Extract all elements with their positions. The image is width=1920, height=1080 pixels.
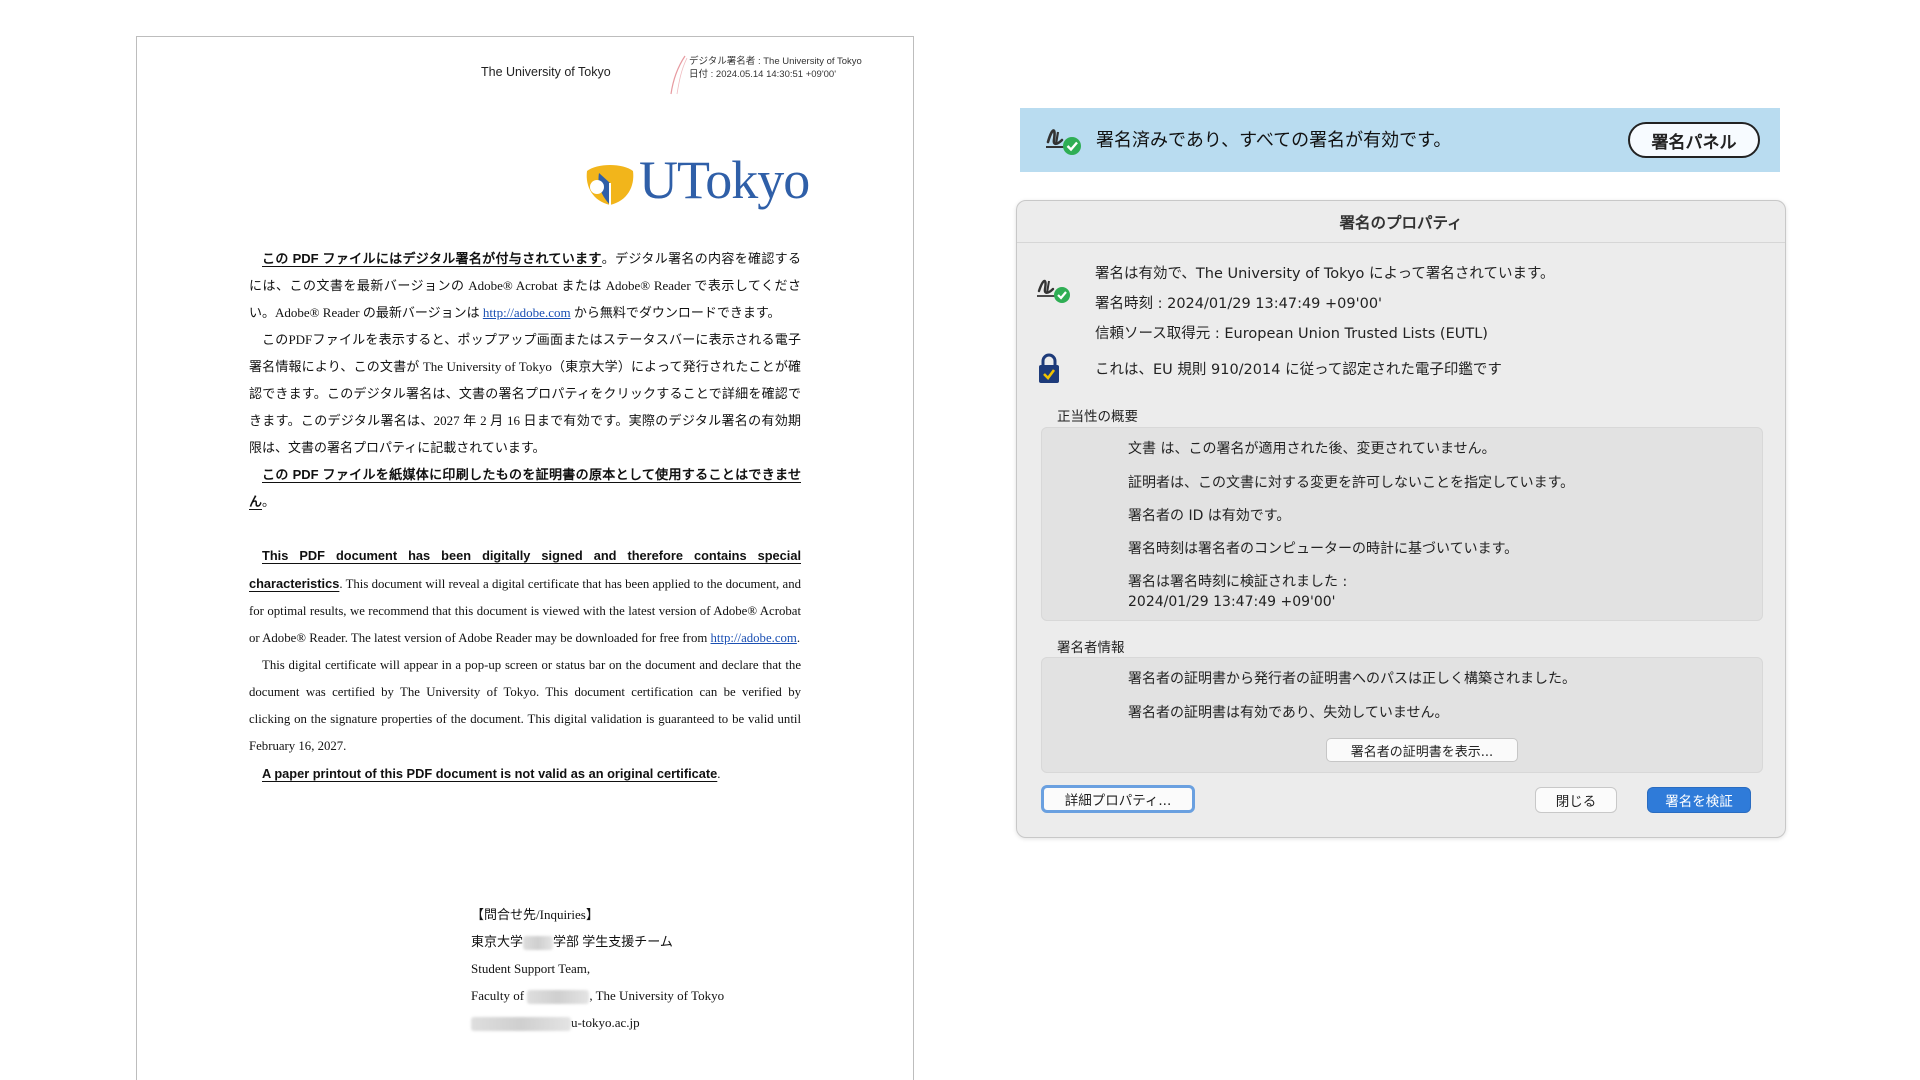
stamp-signer: デジタル署名者 : The University of Tokyo bbox=[689, 56, 862, 67]
validity-item: 署名は署名時刻に検証されました : bbox=[1128, 574, 1348, 590]
inquiry-univ-jp: 東京大学 bbox=[471, 934, 524, 949]
adobe-link-en[interactable]: http://adobe.com bbox=[711, 631, 797, 645]
signature-panel-button[interactable]: 署名パネル bbox=[1628, 122, 1760, 158]
en-paragraph-1: This PDF document has been digitally sig… bbox=[249, 542, 801, 652]
pdf-body-text: この PDF ファイルにはデジタル署名が付与されています。デジタル署名の内容を確… bbox=[249, 245, 801, 788]
signature-status-text: 署名済みであり、すべての署名が有効です。 bbox=[1096, 130, 1452, 151]
utokyo-logo: UTokyo bbox=[583, 150, 823, 213]
close-button[interactable]: 閉じる bbox=[1535, 787, 1617, 813]
verified-time: 2024/01/29 13:47:49 +09'00' bbox=[1128, 594, 1336, 610]
show-signer-certificate-button[interactable]: 署名者の証明書を表示... bbox=[1326, 738, 1518, 762]
jp-p1-text-b: から無料でダウンロードできます。 bbox=[570, 305, 781, 320]
eu-regulation-line: これは、EU 規則 910/2014 に従って認定された電子印鑑です bbox=[1095, 362, 1502, 378]
validity-item: 署名時刻は署名者のコンピューターの時計に基づいています。 bbox=[1128, 541, 1519, 557]
validity-summary-box: 文書 は、この署名が適用された後、変更されていません。 証明者は、この文書に対す… bbox=[1041, 427, 1763, 621]
jp-paragraph-3: この PDF ファイルを紙媒体に印刷したものを証明書の原本として使用することはで… bbox=[249, 461, 801, 515]
stamp-date: 日付 : 2024.05.14 14:30:51 +09'00' bbox=[689, 68, 837, 80]
verify-signature-button[interactable]: 署名を検証 bbox=[1647, 787, 1751, 813]
signer-info-label: 署名者情報 bbox=[1057, 640, 1125, 656]
inquiry-title: 【問合せ先/Inquiries】 bbox=[471, 907, 599, 922]
signing-time-line: 署名時刻 : 2024/01/29 13:47:49 +09'00' bbox=[1095, 296, 1383, 312]
inquiry-block: 【問合せ先/Inquiries】 東京大学 学部 学生支援チーム Student … bbox=[471, 901, 724, 1036]
en-p3-end: . bbox=[717, 767, 721, 781]
en-p1-text-b: . bbox=[796, 631, 801, 645]
inquiry-faculty: Faculty of bbox=[471, 988, 525, 1003]
signature-properties-dialog: 署名のプロパティ 署名は有効で、The University of Tokyo … bbox=[1016, 200, 1786, 838]
signature-valid-icon bbox=[1046, 129, 1081, 155]
inquiry-line-1: 東京大学 学部 学生支援チーム bbox=[471, 928, 724, 955]
signature-status-banner: 署名済みであり、すべての署名が有効です。 署名パネル bbox=[1020, 108, 1780, 172]
en-p3-bold: A paper printout of this PDF document is… bbox=[262, 766, 718, 781]
adobe-link-jp[interactable]: http://adobe.com bbox=[483, 305, 571, 320]
signer-item: 署名者の証明書から発行者の証明書へのパスは正しく構築されました。 bbox=[1128, 671, 1576, 687]
redacted-text bbox=[471, 1017, 571, 1032]
inquiry-line-4: u-tokyo.ac.jp bbox=[471, 1009, 724, 1036]
redacted-text bbox=[527, 990, 590, 1005]
signer-info-box: 署名者の証明書から発行者の証明書へのパスは正しく構築されました。 署名者の証明書… bbox=[1041, 657, 1763, 773]
en-paragraph-3: A paper printout of this PDF document is… bbox=[249, 760, 801, 788]
validity-item: 署名者の ID は有効です。 bbox=[1128, 508, 1291, 524]
digital-signature-stamp[interactable]: デジタル署名者 : The University of Tokyo 日付 : 2… bbox=[667, 54, 897, 95]
inquiry-email-domain: u-tokyo.ac.jp bbox=[571, 1015, 640, 1030]
logo-wordmark: UTokyo bbox=[639, 150, 810, 210]
en-paragraph-2: This digital certificate will appear in … bbox=[249, 658, 801, 753]
inquiry-team-jp: 学部 学生支援チーム bbox=[553, 934, 673, 949]
signer-item: 署名者の証明書は有効であり、失効していません。 bbox=[1128, 705, 1449, 721]
eu-trust-lock-icon bbox=[1039, 353, 1059, 383]
jp-paragraph-1: この PDF ファイルにはデジタル署名が付与されています。デジタル署名の内容を確… bbox=[249, 245, 801, 326]
signature-valid-line: 署名は有効で、The University of Tokyo によって署名されて… bbox=[1095, 266, 1555, 282]
validity-item: 文書 は、この署名が適用された後、変更されていません。 bbox=[1128, 441, 1496, 457]
inquiry-univ-en: , The University of Tokyo bbox=[589, 988, 725, 1003]
signature-valid-icon bbox=[1037, 279, 1070, 303]
validity-summary-label: 正当性の概要 bbox=[1057, 409, 1138, 425]
jp-p1-bold: この PDF ファイルにはデジタル署名が付与されています bbox=[262, 251, 602, 266]
jp-paragraph-2: このPDFファイルを表示すると、ポップアップ画面またはステータスバーに表示される… bbox=[249, 332, 801, 455]
advanced-properties-button[interactable]: 詳細プロパティ... bbox=[1041, 785, 1195, 813]
pdf-page: The University of Tokyo デジタル署名者 : The Un… bbox=[136, 36, 914, 1080]
inquiry-line-3: Faculty of , The University of Tokyo bbox=[471, 982, 724, 1009]
signature-summary: 署名は有効で、The University of Tokyo によって署名されて… bbox=[1095, 259, 1555, 349]
jp-p3-end: 。 bbox=[262, 494, 276, 509]
trust-source-line: 信頼ソース取得元 : European Union Trusted Lists … bbox=[1095, 326, 1488, 342]
redacted-text bbox=[523, 936, 554, 951]
jp-p3-bold: この PDF ファイルを紙媒体に印刷したものを証明書の原本として使用することはで… bbox=[249, 467, 801, 509]
dialog-title: 署名のプロパティ bbox=[1017, 201, 1785, 243]
validity-item: 証明者は、この文書に対する変更を許可しないことを指定しています。 bbox=[1128, 475, 1575, 491]
signature-stamp-text: デジタル署名者 : The University of Tokyo 日付 : 2… bbox=[689, 56, 862, 81]
inquiry-line-2: Student Support Team, bbox=[471, 961, 591, 976]
pdf-header-university: The University of Tokyo bbox=[481, 65, 611, 79]
ginkgo-leaf-icon bbox=[586, 165, 634, 207]
